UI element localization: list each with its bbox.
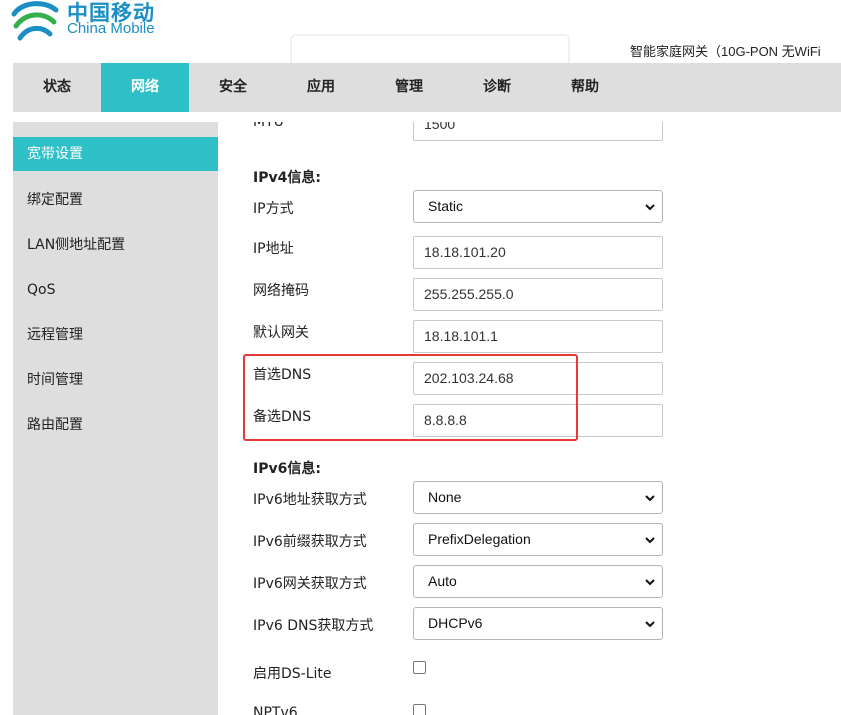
top-navigation: 状态 网络 安全 应用 管理 诊断 帮助: [13, 63, 841, 112]
tab-diagnosis[interactable]: 诊断: [453, 63, 541, 112]
tab-help[interactable]: 帮助: [541, 63, 629, 112]
form-row-ipv6-dns-mode: IPv6 DNS获取方式 DHCPv6: [218, 607, 841, 641]
gateway-label: 默认网关: [253, 325, 309, 341]
ip-address-label: IP地址: [253, 241, 294, 257]
chevron-down-icon: [645, 537, 655, 544]
sidebar-item-qos[interactable]: QoS: [13, 273, 218, 307]
tab-network[interactable]: 网络: [101, 63, 189, 112]
router-admin-page: 中国移动 China Mobile 智能家庭网关（10G-PON 无WiFi 状…: [0, 0, 841, 715]
secondary-dns-label: 备选DNS: [253, 409, 312, 425]
ipv6-dns-mode-label: IPv6 DNS获取方式: [253, 618, 374, 634]
tab-status[interactable]: 状态: [13, 63, 101, 112]
mtu-input[interactable]: 1500: [413, 122, 663, 141]
chevron-down-icon: [645, 495, 655, 502]
nptv6-checkbox[interactable]: [413, 704, 426, 715]
netmask-input[interactable]: 255.255.255.0: [413, 278, 663, 311]
mtu-label: MTU: [253, 122, 284, 130]
primary-dns-input[interactable]: 202.103.24.68: [413, 362, 663, 395]
tab-security[interactable]: 安全: [189, 63, 277, 112]
tab-application[interactable]: 应用: [277, 63, 365, 112]
primary-dns-label: 首选DNS: [253, 367, 312, 383]
ip-address-input[interactable]: 18.18.101.20: [413, 236, 663, 269]
device-name: 智能家庭网关（10G-PON 无WiFi: [630, 44, 821, 59]
sidebar-item-binding[interactable]: 绑定配置: [13, 183, 218, 217]
sidebar-item-lan-address[interactable]: LAN侧地址配置: [13, 228, 218, 262]
form-row-ip-address: IP地址 18.18.101.20: [218, 236, 841, 270]
form-row-ip-mode: IP方式 Static: [218, 190, 841, 224]
chevron-down-icon: [645, 621, 655, 628]
broadband-settings-form: MTU 1500 IPv4信息: IP方式 Static IP地址 18.18.…: [218, 122, 841, 715]
chevron-down-icon: [645, 579, 655, 586]
sidebar-item-routing[interactable]: 路由配置: [13, 408, 218, 442]
ipv6-dns-mode-value: DHCPv6: [428, 615, 483, 631]
ipv4-section-title: IPv4信息:: [253, 170, 321, 186]
form-row-netmask: 网络掩码 255.255.255.0: [218, 278, 841, 312]
ip-mode-value: Static: [428, 198, 464, 214]
ipv6-address-mode-label: IPv6地址获取方式: [253, 492, 367, 508]
ipv6-gateway-mode-select[interactable]: Auto: [413, 565, 663, 598]
nptv6-label: NPTv6: [253, 705, 298, 715]
chevron-down-icon: [645, 204, 655, 211]
sidebar-item-remote-management[interactable]: 远程管理: [13, 318, 218, 352]
ipv6-gateway-mode-value: Auto: [428, 573, 457, 589]
ip-mode-label: IP方式: [253, 201, 294, 217]
ipv6-prefix-mode-label: IPv6前缀获取方式: [253, 534, 367, 550]
china-mobile-logo-icon: [11, 1, 59, 41]
sidebar: 宽带设置 绑定配置 LAN侧地址配置 QoS 远程管理 时间管理 路由配置: [13, 122, 218, 715]
form-row-ipv6-prefix-mode: IPv6前缀获取方式 PrefixDelegation: [218, 523, 841, 557]
ipv6-prefix-mode-select[interactable]: PrefixDelegation: [413, 523, 663, 556]
ipv6-section-title: IPv6信息:: [253, 461, 321, 477]
ip-mode-select[interactable]: Static: [413, 190, 663, 223]
ipv6-gateway-mode-label: IPv6网关获取方式: [253, 576, 367, 592]
sidebar-item-time-management[interactable]: 时间管理: [13, 363, 218, 397]
form-row-ds-lite: 启用DS-Lite: [218, 655, 841, 689]
form-row-primary-dns: 首选DNS 202.103.24.68: [218, 362, 841, 396]
form-row-ipv6-gateway-mode: IPv6网关获取方式 Auto: [218, 565, 841, 599]
tab-management[interactable]: 管理: [365, 63, 453, 112]
secondary-dns-input[interactable]: 8.8.8.8: [413, 404, 663, 437]
ipv6-address-mode-select[interactable]: None: [413, 481, 663, 514]
brand-name-en: China Mobile: [67, 20, 155, 37]
netmask-label: 网络掩码: [253, 283, 309, 299]
ds-lite-label: 启用DS-Lite: [253, 666, 332, 682]
form-row-nptv6: NPTv6: [218, 697, 841, 715]
header: 中国移动 China Mobile 智能家庭网关（10G-PON 无WiFi: [0, 0, 841, 74]
form-row-secondary-dns: 备选DNS 8.8.8.8: [218, 404, 841, 438]
form-row-mtu: MTU 1500: [218, 122, 841, 148]
gateway-input[interactable]: 18.18.101.1: [413, 320, 663, 353]
form-row-ipv6-address-mode: IPv6地址获取方式 None: [218, 481, 841, 515]
ds-lite-checkbox[interactable]: [413, 661, 426, 674]
ipv6-address-mode-value: None: [428, 489, 462, 505]
sidebar-item-broadband[interactable]: 宽带设置: [13, 137, 218, 171]
ipv6-prefix-mode-value: PrefixDelegation: [428, 531, 531, 547]
form-row-gateway: 默认网关 18.18.101.1: [218, 320, 841, 354]
ipv6-dns-mode-select[interactable]: DHCPv6: [413, 607, 663, 640]
